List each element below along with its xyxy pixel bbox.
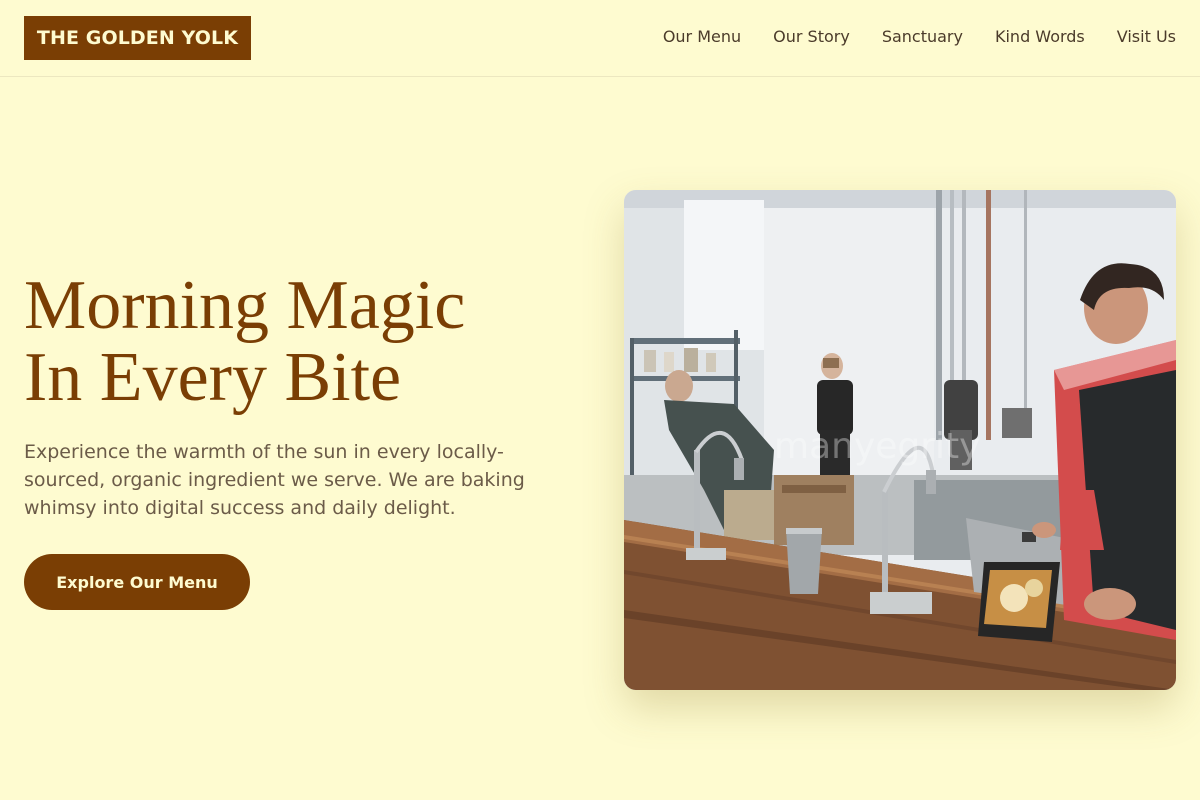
photo-watermark: manyegrity xyxy=(774,426,980,467)
nav-link-our-menu[interactable]: Our Menu xyxy=(663,26,741,48)
hero-title-line-1: Morning Magic xyxy=(24,267,466,344)
nav-link-kind-words[interactable]: Kind Words xyxy=(995,26,1085,48)
nav-link-sanctuary[interactable]: Sanctuary xyxy=(882,26,963,48)
hero-description: Experience the warmth of the sun in ever… xyxy=(24,441,525,519)
cafe-counter-illustration: manyegrity xyxy=(624,190,1176,690)
explore-menu-button[interactable]: Explore Our Menu xyxy=(24,554,250,610)
site-header: THE GOLDEN YOLK Our Menu Our Story Sanct… xyxy=(0,0,1200,77)
brand-logo[interactable]: THE GOLDEN YOLK xyxy=(24,16,251,60)
hero-photo: manyegrity xyxy=(624,190,1176,690)
hero-title-line-2: In Every Bite xyxy=(24,339,402,416)
hero-title: Morning Magic In Every Bite xyxy=(24,270,465,414)
nav-link-our-story[interactable]: Our Story xyxy=(773,26,850,48)
main-nav: Our Menu Our Story Sanctuary Kind Words … xyxy=(663,26,1176,48)
nav-link-visit-us[interactable]: Visit Us xyxy=(1117,26,1176,48)
